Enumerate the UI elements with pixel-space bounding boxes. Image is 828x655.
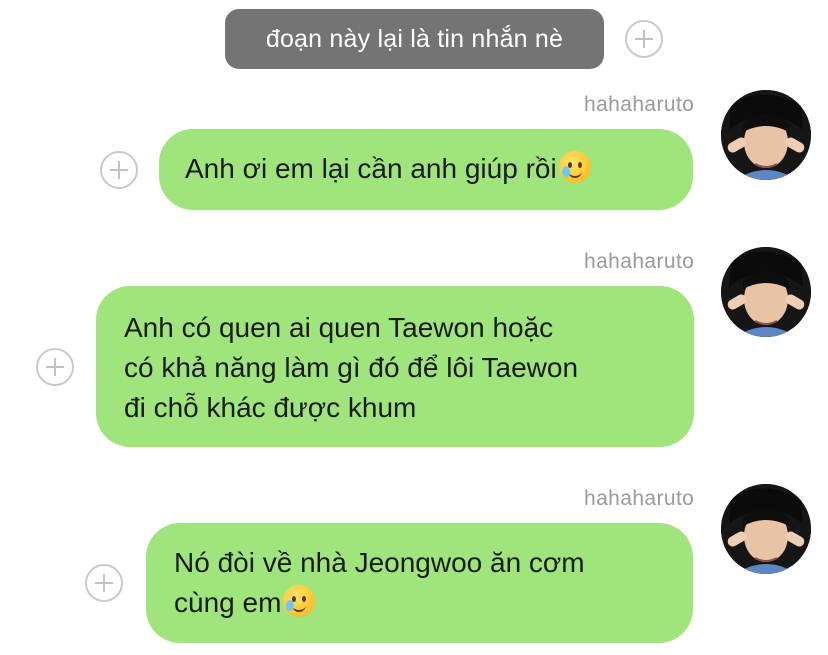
plus-circle-icon[interactable] bbox=[100, 151, 138, 189]
plus-circle-icon[interactable] bbox=[85, 564, 123, 602]
crying-smile-emoji bbox=[558, 151, 591, 183]
message-bubble[interactable]: Anh có quen ai quen Taewon hoặc có khả n… bbox=[96, 286, 694, 447]
system-message-text: đoạn này lại là tin nhắn nè bbox=[265, 25, 564, 53]
message-text: Anh ơi em lại cần anh giúp rồi bbox=[185, 153, 557, 184]
message-bubble[interactable]: Nó đòi về nhà Jeongwoo ăn cơm cùng em bbox=[146, 523, 693, 643]
chat-screen: đoạn này lại là tin nhắn nè hahaharuto A… bbox=[0, 0, 828, 655]
crying-smile-emoji bbox=[283, 585, 316, 617]
plus-circle-icon[interactable] bbox=[36, 348, 74, 386]
sender-name: hahaharuto bbox=[584, 487, 695, 510]
message-text: Anh có quen ai quen Taewon hoặc có khả n… bbox=[124, 312, 579, 423]
message-bubble[interactable]: Anh ơi em lại cần anh giúp rồi bbox=[159, 129, 693, 210]
message-text: Nó đòi về nhà Jeongwoo ăn cơm cùng em bbox=[174, 547, 585, 618]
avatar[interactable] bbox=[721, 484, 811, 574]
avatar[interactable] bbox=[721, 90, 811, 180]
system-message-bubble[interactable]: đoạn này lại là tin nhắn nè bbox=[225, 9, 604, 69]
avatar[interactable] bbox=[721, 247, 811, 337]
sender-name: hahaharuto bbox=[584, 93, 695, 116]
sender-name: hahaharuto bbox=[584, 250, 695, 273]
plus-circle-icon[interactable] bbox=[625, 20, 663, 58]
